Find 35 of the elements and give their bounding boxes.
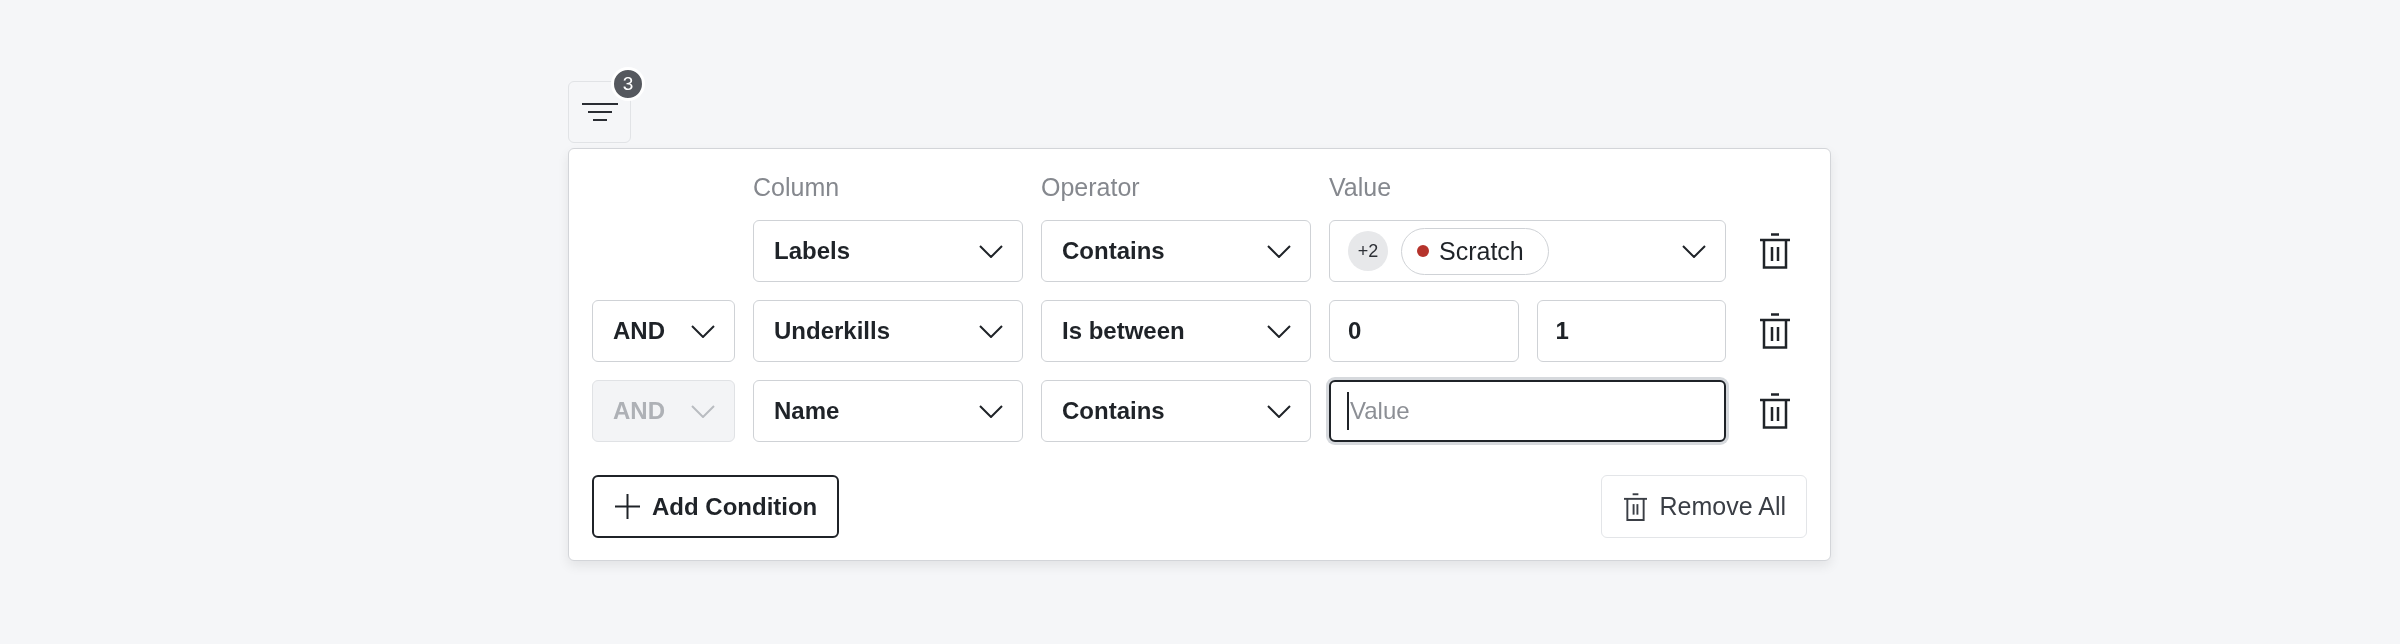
column-header: Operator: [1041, 172, 1141, 202]
more-count-badge: +2: [1348, 231, 1388, 271]
trash-icon[interactable]: [1760, 233, 1790, 269]
operator-select[interactable]: Contains: [1041, 380, 1311, 442]
add-condition-button[interactable]: Add Condition: [592, 475, 840, 538]
chevron-down-icon: [691, 404, 715, 418]
filter-icon: [581, 103, 618, 121]
chevron-down-icon: [1267, 324, 1291, 338]
value-select[interactable]: +2 Scratch: [1329, 220, 1726, 282]
operator-select[interactable]: Is between: [1041, 300, 1311, 362]
chevron-down-icon: [979, 244, 1003, 258]
column-select[interactable]: Underkills: [753, 300, 1023, 362]
column-select[interactable]: Name: [753, 380, 1023, 442]
value-input[interactable]: 1: [1536, 300, 1726, 362]
value-input[interactable]: Value: [1329, 380, 1726, 442]
chevron-down-icon: [979, 404, 1003, 418]
tag-label: Scratch: [1439, 236, 1524, 266]
count-badge: 3: [611, 67, 645, 101]
trash-icon: [1623, 492, 1647, 521]
chevron-down-icon: [979, 324, 1003, 338]
chevron-down-icon: [1682, 244, 1706, 258]
conjunction-select[interactable]: AND: [592, 300, 735, 362]
chevron-down-icon: [1267, 244, 1291, 258]
plus-icon: [615, 494, 640, 519]
chevron-down-icon: [1267, 404, 1291, 418]
remove-all-button[interactable]: Remove All: [1600, 475, 1807, 538]
column-header: Value: [1329, 172, 1393, 202]
column-header: Column: [753, 172, 841, 202]
text-cursor-icon: [1347, 392, 1349, 430]
trash-icon[interactable]: [1760, 313, 1790, 349]
trash-icon[interactable]: [1760, 393, 1790, 429]
value-input[interactable]: 0: [1329, 300, 1519, 362]
chevron-down-icon: [691, 324, 715, 338]
column-select[interactable]: Labels: [753, 220, 1023, 282]
operator-select[interactable]: Contains: [1041, 220, 1311, 282]
